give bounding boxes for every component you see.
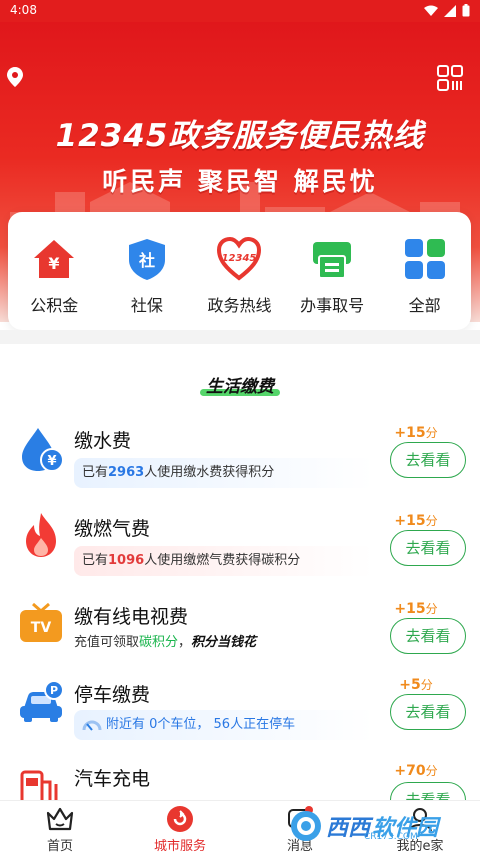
quick-item-all[interactable]: 全部 bbox=[380, 212, 470, 316]
location-icon[interactable] bbox=[6, 66, 24, 88]
go-view-button[interactable]: 去看看 bbox=[390, 618, 466, 654]
ev-charger-icon bbox=[20, 770, 58, 800]
points-badge: +15分 bbox=[394, 513, 438, 529]
hero-subtitle: 听民声 聚民智 解民忧 bbox=[102, 167, 378, 196]
quick-item-hotline[interactable]: 12345 政务热线 bbox=[194, 212, 284, 316]
parking-car-icon: P bbox=[20, 680, 64, 722]
payment-title: 缴有线电视费 bbox=[74, 606, 189, 628]
city-service-icon bbox=[167, 806, 193, 832]
payment-desc: 附近有 0个车位， 56人正在停车 bbox=[74, 710, 374, 740]
payment-title: 汽车充电 bbox=[74, 768, 151, 790]
payment-row-gas[interactable]: 缴燃气费 已有1096人使用缴燃气费获得碳积分 +15分 去看看 bbox=[0, 508, 480, 588]
watermark-icon bbox=[291, 811, 321, 841]
section-title-text: 生活缴费 bbox=[206, 377, 274, 397]
tab-city-service[interactable]: 城市服务 bbox=[120, 801, 240, 855]
flame-icon bbox=[26, 513, 56, 557]
svg-text:TV: TV bbox=[31, 620, 52, 636]
quick-item-social-security[interactable]: 社 社保 bbox=[102, 212, 192, 316]
go-view-button[interactable]: 去看看 bbox=[390, 442, 466, 478]
quick-label: 社保 bbox=[130, 296, 163, 315]
payment-desc: 已有1096人使用缴燃气费获得碳积分 bbox=[74, 546, 374, 576]
wifi-icon bbox=[424, 5, 438, 16]
quick-label: 公积金 bbox=[30, 296, 79, 315]
hero-title: 12345政务服务便民热线 bbox=[55, 118, 425, 154]
watermark-logo: 西西 软件园 CR173.COM bbox=[288, 804, 464, 848]
svg-text:社: 社 bbox=[138, 251, 155, 270]
tab-label: 城市服务 bbox=[153, 839, 206, 854]
payment-desc: 已有2963人使用缴水费获得积分 bbox=[74, 458, 374, 488]
svg-text:P: P bbox=[50, 684, 58, 697]
quick-label: 政务热线 bbox=[207, 296, 272, 315]
quick-label: 办事取号 bbox=[300, 296, 365, 315]
go-view-button[interactable]: 去看看 bbox=[390, 694, 466, 730]
tab-label: 首页 bbox=[46, 839, 73, 854]
svg-text:¥: ¥ bbox=[47, 454, 56, 469]
home-icon bbox=[46, 807, 74, 831]
payment-row-ev-charging[interactable]: 汽车充电 +70分 去看看 bbox=[0, 756, 480, 800]
battery-icon bbox=[462, 4, 470, 17]
payment-row-cable-tv[interactable]: TV 缴有线电视费 充值可领取碳积分，积分当钱花 +15分 去看看 bbox=[0, 596, 480, 676]
go-view-button[interactable]: 去看看 bbox=[390, 782, 466, 800]
scan-icon[interactable] bbox=[436, 64, 464, 92]
quick-item-housing-fund[interactable]: ¥ 公积金 bbox=[9, 212, 99, 316]
tab-home[interactable]: 首页 bbox=[0, 801, 120, 855]
all-grid-icon bbox=[404, 239, 445, 279]
points-badge: +5分 bbox=[399, 677, 433, 693]
points-badge: +70分 bbox=[394, 763, 438, 779]
social-security-icon: 社 bbox=[128, 239, 165, 280]
payment-title: 停车缴费 bbox=[74, 684, 151, 706]
payment-desc: 充值可领取碳积分，积分当钱花 bbox=[74, 635, 257, 650]
status-time: 4:08 bbox=[10, 3, 37, 17]
divider bbox=[0, 330, 480, 344]
payment-title: 缴水费 bbox=[74, 430, 132, 452]
hotline-12345-icon: 12345 bbox=[217, 236, 262, 281]
gauge-icon bbox=[82, 720, 102, 731]
quick-item-queue-ticket[interactable]: 办事取号 bbox=[287, 212, 377, 316]
water-drop-icon: ¥ bbox=[22, 428, 64, 472]
section-title: 生活缴费 bbox=[0, 372, 480, 397]
queue-ticket-icon bbox=[313, 242, 352, 279]
go-view-button[interactable]: 去看看 bbox=[390, 530, 466, 566]
tv-icon: TV bbox=[20, 602, 62, 642]
points-badge: +15分 bbox=[394, 601, 438, 617]
svg-text:¥: ¥ bbox=[49, 254, 60, 273]
quick-label: 全部 bbox=[408, 296, 441, 315]
housing-fund-icon: ¥ bbox=[34, 240, 75, 278]
points-badge: +15分 bbox=[394, 425, 438, 441]
svg-text:12345: 12345 bbox=[222, 253, 257, 264]
payment-title: 缴燃气费 bbox=[74, 518, 151, 540]
signal-icon bbox=[444, 4, 456, 17]
status-bar: 4:08 bbox=[0, 0, 480, 22]
payment-row-parking[interactable]: P 停车缴费 附近有 0个车位， 56人正在停车 +5分 去看看 bbox=[0, 676, 480, 756]
payment-row-water[interactable]: ¥ 缴水费 已有2963人使用缴水费获得积分 +15分 去看看 bbox=[0, 420, 480, 500]
quick-menu: ¥ 公积金 社 社保 12345 政务热线 办事取号 全部 bbox=[8, 212, 471, 330]
